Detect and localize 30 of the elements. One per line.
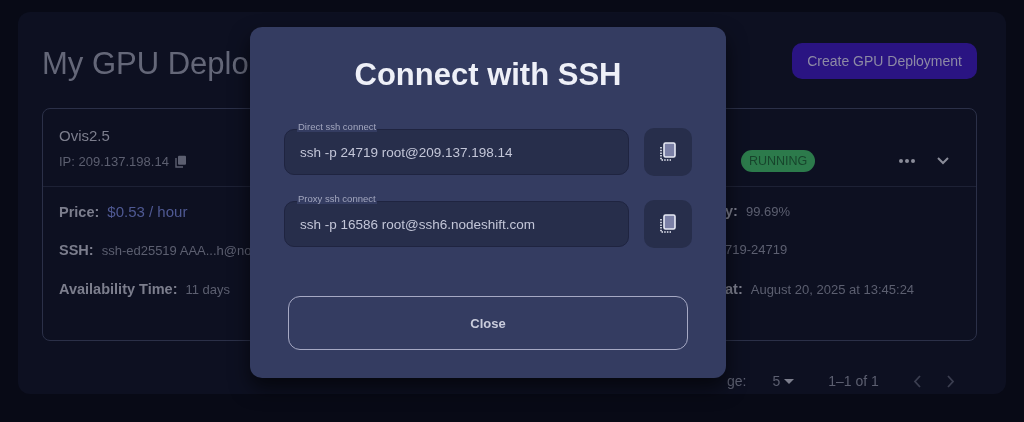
ssh-command-field[interactable]: ssh -p 24719 root@209.137.198.14 xyxy=(284,129,629,175)
create-deployment-button[interactable]: Create GPU Deployment xyxy=(792,43,977,79)
field-label: Direct ssh connect xyxy=(297,121,378,132)
detail-label: Availability Time: xyxy=(59,281,178,297)
chevron-down-icon[interactable] xyxy=(937,157,950,165)
detail-label: at: xyxy=(725,281,743,297)
page-title: My GPU Deplo xyxy=(42,45,249,82)
detail-value: ssh-ed25519 AAA...h@no xyxy=(101,243,252,258)
detail-value: 719-24719 xyxy=(725,242,788,257)
price-value: $0.53 / hour xyxy=(107,203,188,220)
detail-value: 99.69% xyxy=(745,204,790,219)
copy-icon xyxy=(659,214,677,234)
detail-label: SSH: xyxy=(59,242,94,258)
field-label: Proxy ssh connect xyxy=(297,193,377,204)
copy-icon xyxy=(659,142,677,162)
more-icon[interactable] xyxy=(899,159,916,163)
copy-button[interactable] xyxy=(644,128,692,176)
detail-value: August 20, 2025 at 13:45:24 xyxy=(750,282,915,297)
page-range: 1–1 of 1 xyxy=(828,373,879,389)
detail-label: Price: xyxy=(59,204,100,220)
detail-value: 11 days xyxy=(185,282,231,297)
deployment-name: Ovis2.5 xyxy=(59,127,111,144)
copy-button[interactable] xyxy=(644,200,692,248)
rows-per-page-label: ge: xyxy=(727,373,747,389)
dialog-title: Connect with SSH xyxy=(353,57,623,93)
copy-icon[interactable] xyxy=(174,155,187,168)
close-button[interactable]: Close xyxy=(288,296,688,350)
caret-icon[interactable] xyxy=(784,378,795,384)
ip-address: IP: 209.137.198.14 xyxy=(59,154,169,169)
detail-label: y: xyxy=(725,203,738,219)
